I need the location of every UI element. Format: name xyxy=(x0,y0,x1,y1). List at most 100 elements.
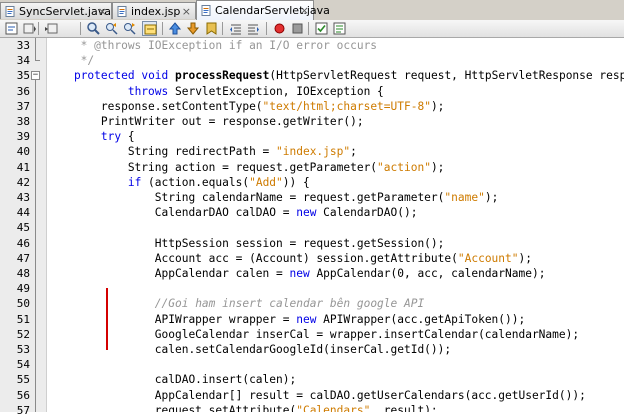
code-token: Account acc = (Account) session.getAttri… xyxy=(47,251,458,265)
code-token: CalendarDAO calDAO = xyxy=(47,206,297,220)
line-number: 33 xyxy=(16,39,30,52)
code-line[interactable]: GoogleCalendar inserCal = wrapper.insert… xyxy=(47,328,579,341)
code-token: String action = request.getParameter( xyxy=(47,160,378,174)
toolbar-separator xyxy=(222,22,223,35)
code-line[interactable]: if (action.equals("Add")) { xyxy=(47,176,310,189)
line-number: 46 xyxy=(16,236,30,250)
comment-token: * @throws IOException if an I/O error oc… xyxy=(47,39,378,52)
code-line[interactable]: String action = request.getParameter("ac… xyxy=(47,160,445,174)
line-number: 38 xyxy=(16,115,30,128)
code-token: PrintWriter out = response.getWriter(); xyxy=(47,115,364,128)
source-view-button[interactable] xyxy=(4,21,19,36)
next-bookmark-button[interactable] xyxy=(186,21,201,36)
code-token: )) { xyxy=(282,175,310,189)
code-token: HttpSession session = request.getSession… xyxy=(47,236,445,250)
code-token: String calendarName = request.getParamet… xyxy=(47,191,445,204)
line-number: 45 xyxy=(16,221,30,235)
code-editor[interactable]: * @throws IOException if an I/O error oc… xyxy=(47,38,624,412)
jsp-file-icon xyxy=(117,6,127,17)
tab-label: index.jsp xyxy=(131,5,181,18)
line-number: 41 xyxy=(16,160,30,174)
find-previous-button[interactable] xyxy=(104,21,119,36)
code-line[interactable]: protected void processRequest(HttpServle… xyxy=(47,69,624,82)
code-line[interactable]: HttpSession session = request.getSession… xyxy=(47,236,445,250)
code-token: (HttpServletRequest request, HttpServlet… xyxy=(269,69,624,83)
code-line[interactable]: PrintWriter out = response.getWriter(); xyxy=(47,115,364,128)
code-line[interactable]: try { xyxy=(47,130,135,143)
line-number: 35 xyxy=(16,69,30,83)
code-line[interactable]: * @throws IOException if an I/O error oc… xyxy=(47,39,377,52)
line-number: 37 xyxy=(16,99,30,113)
keyword-token: new xyxy=(296,312,317,326)
find-button[interactable] xyxy=(86,21,101,36)
code-token: APIWrapper wrapper = xyxy=(47,312,297,326)
toggle-highlight-icon xyxy=(144,24,157,35)
start-macro-button[interactable] xyxy=(272,21,287,36)
code-line[interactable]: String redirectPath = "index.jsp"; xyxy=(47,145,357,158)
toggle-highlight-button[interactable] xyxy=(142,21,157,36)
stop-macro-button[interactable] xyxy=(290,21,305,36)
code-token: AppCalendar(0, acc, calendarName); xyxy=(309,267,546,280)
tab-index-jsp[interactable]: index.jsp × xyxy=(112,2,196,19)
shift-left-button[interactable] xyxy=(228,21,243,36)
forward-button[interactable] xyxy=(44,21,59,36)
code-line[interactable]: calDAO.insert(calen); xyxy=(47,373,296,386)
line-number: 43 xyxy=(16,191,30,204)
code-line[interactable]: AppCalendar[] result = calDAO.getUserCal… xyxy=(47,389,586,402)
close-tab-icon[interactable]: × xyxy=(182,3,191,20)
code-token: ; xyxy=(350,145,357,159)
line-number: 44 xyxy=(16,206,30,220)
check-button[interactable] xyxy=(314,21,329,36)
string-token: "text/html;charset=UTF-8" xyxy=(262,99,431,113)
code-line[interactable]: AppCalendar calen = new AppCalendar(0, a… xyxy=(47,267,546,280)
code-line[interactable]: Account acc = (Account) session.getAttri… xyxy=(47,252,532,265)
line-number: 40 xyxy=(16,145,30,159)
code-token: String redirectPath = xyxy=(47,145,277,159)
comment-token: */ xyxy=(47,54,95,68)
keyword-token: try xyxy=(100,130,122,144)
code-line[interactable]: throws ServletException, IOException { xyxy=(47,85,384,98)
change-marker xyxy=(106,288,108,350)
find-next-icon xyxy=(124,23,136,35)
tab-syncservlet-java[interactable]: SyncServlet.java × xyxy=(0,2,112,19)
toggle-bookmark-button[interactable] xyxy=(204,21,219,36)
find-next-button[interactable] xyxy=(122,21,137,36)
line-number: 55 xyxy=(16,373,30,387)
shift-right-icon xyxy=(248,24,259,35)
close-tab-icon[interactable]: × xyxy=(300,1,309,21)
forward-icon xyxy=(45,23,58,34)
java-file-icon xyxy=(5,6,15,17)
close-tab-icon[interactable]: × xyxy=(98,3,107,20)
stop-macro-icon xyxy=(292,23,303,34)
line-number: 36 xyxy=(16,84,30,98)
string-token: "Account" xyxy=(457,251,519,265)
code-token: calDAO.insert(calen); xyxy=(47,373,297,387)
tab-calendarservlet-java[interactable]: CalendarServlet.java × xyxy=(196,0,330,21)
code-line[interactable]: response.setContentType("text/html;chars… xyxy=(47,99,445,113)
code-line[interactable]: //Goi ham insert calendar bên google API xyxy=(47,297,424,310)
code-line[interactable]: */ xyxy=(47,54,94,67)
back-button[interactable] xyxy=(22,21,37,36)
uncomment-button[interactable] xyxy=(332,21,347,36)
line-number: 42 xyxy=(16,175,30,189)
code-line[interactable]: APIWrapper wrapper = new APIWrapper(acc.… xyxy=(47,313,525,326)
line-number: 54 xyxy=(16,358,30,372)
code-token: AppCalendar[] result = calDAO.getUserCal… xyxy=(47,388,586,402)
fold-guide xyxy=(35,80,36,412)
code-token: GoogleCalendar inserCal = wrapper.insert… xyxy=(47,327,580,341)
code-line[interactable]: request.setAttribute("Calendars", result… xyxy=(47,404,438,412)
check-icon xyxy=(315,22,328,35)
code-token: ); xyxy=(484,191,499,204)
back-icon xyxy=(23,23,36,34)
shift-right-button[interactable] xyxy=(246,21,261,36)
previous-bookmark-button[interactable] xyxy=(168,21,183,36)
line-number: 34 xyxy=(16,54,30,68)
next-bookmark-icon xyxy=(186,22,200,35)
code-line[interactable]: CalendarDAO calDAO = new CalendarDAO(); xyxy=(47,206,418,220)
keyword-token: protected xyxy=(73,69,135,83)
code-line[interactable]: String calendarName = request.getParamet… xyxy=(47,191,499,204)
